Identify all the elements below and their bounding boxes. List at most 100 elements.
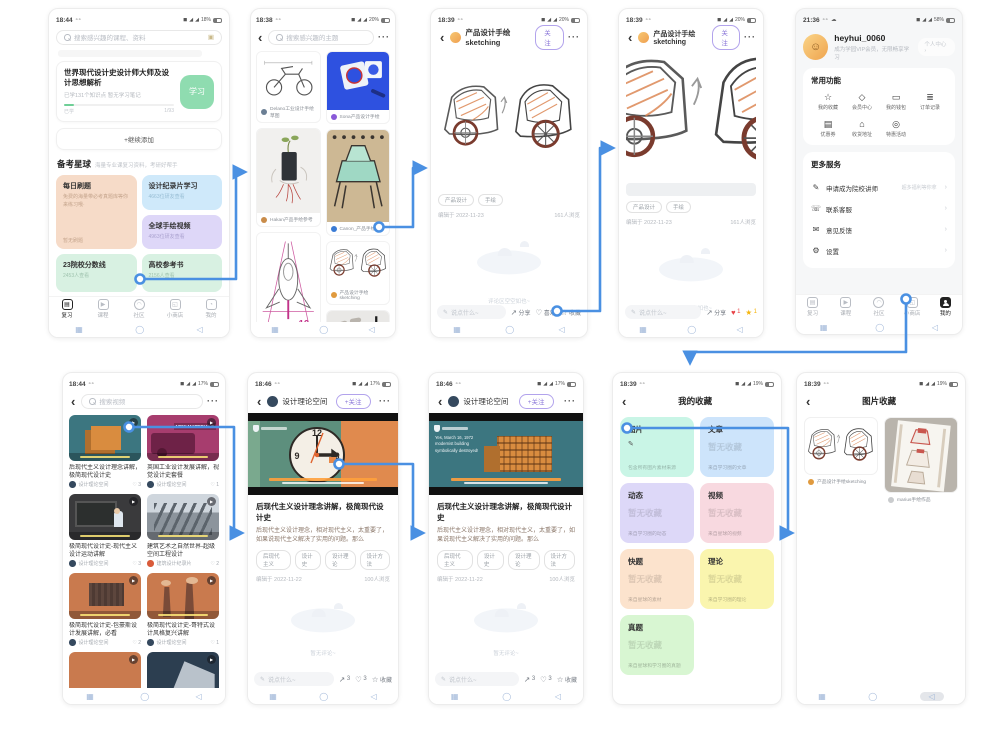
- favcat-posts[interactable]: 动态暂无收藏来自学习圈的动态: [620, 483, 694, 543]
- back-icon[interactable]: ‹: [438, 31, 446, 44]
- favcat-exams[interactable]: 真题暂无收藏来自星球和学习圈的真题: [620, 615, 694, 675]
- result-card[interactable]: Delano工业设计手绘草图: [256, 51, 321, 123]
- address-entry[interactable]: ⌂收货地址: [845, 120, 879, 138]
- comment-input[interactable]: ✎说点什么~: [254, 672, 334, 686]
- nav-courses[interactable]: ▶课程: [836, 297, 856, 317]
- comment-input[interactable]: ✎说点什么~: [435, 672, 519, 686]
- card-global-sketch-video[interactable]: 全球手绘视频4963位研友查看: [142, 215, 223, 249]
- more-icon[interactable]: ···: [207, 396, 219, 406]
- favcat-images[interactable]: 图片✎ 包含所有图片素材来源: [620, 417, 694, 477]
- feedback-row[interactable]: ✉意见反馈›: [811, 219, 947, 240]
- tag[interactable]: 设计方法: [360, 550, 391, 570]
- tag[interactable]: 手绘: [666, 201, 691, 213]
- card-reference-books[interactable]: 高校参考书2156人查看: [142, 254, 223, 292]
- video-card-target[interactable]: ▶ 后现代主义设计理念讲解，极简现代设计史 设计理论空间♡ 3: [69, 415, 141, 488]
- card-daily-quiz[interactable]: 每日刷题 免费的海量带必考真题库等你来练习哦· 暂无刷题: [56, 175, 137, 249]
- nav-me[interactable]: ◔我的: [201, 299, 221, 319]
- like-button[interactable]: ♡3: [355, 675, 367, 684]
- result-card[interactable]: Hakan产品手绘参考: [256, 128, 321, 227]
- video-card[interactable]: ▶ 极简现代设计史-包豪斯设计发展讲解，必看 设计理论空间♡ 2: [69, 573, 141, 646]
- like-button[interactable]: ♡喜欢: [536, 308, 556, 317]
- follow-button[interactable]: 关注: [712, 25, 740, 50]
- tag[interactable]: 设计史: [477, 550, 504, 570]
- author-avatar[interactable]: [638, 32, 649, 43]
- back-icon[interactable]: ‹: [255, 395, 263, 408]
- favorite-button[interactable]: ☆收藏: [561, 308, 581, 317]
- search-input[interactable]: 搜索感兴趣的主题: [268, 30, 374, 45]
- fav-image-card[interactable]: marius手绘作品: [884, 417, 958, 506]
- like-button[interactable]: ♡3: [540, 675, 552, 684]
- contact-support-row[interactable]: ☏联系客服›: [811, 198, 947, 219]
- calendar-icon[interactable]: ▣: [208, 33, 214, 41]
- coupons-entry[interactable]: ▤优惠券: [811, 120, 845, 138]
- back-icon[interactable]: ‹: [626, 31, 634, 44]
- deals-entry[interactable]: ◎特惠活动: [879, 120, 913, 138]
- tag[interactable]: 后现代主义: [256, 550, 291, 570]
- video-card[interactable]: NEW MATERIALS ▶ 英国工业设计发展讲解，视觉设计史套餐 设计理论空…: [147, 415, 219, 488]
- tag[interactable]: 手绘: [478, 194, 503, 206]
- course-card[interactable]: 世界现代设计史设计师大师及设计思想解析 已学131个知识点 暂无学习笔记 已学1…: [56, 61, 222, 122]
- lecturer-apply-row[interactable]: ✎申请成为院校讲师超多福利等你拿›: [811, 177, 947, 198]
- nav-review[interactable]: ▤复习: [57, 299, 77, 319]
- nav-review[interactable]: ▤复习: [803, 297, 823, 317]
- channel-avatar[interactable]: [267, 396, 278, 407]
- back-icon[interactable]: ‹: [436, 395, 444, 408]
- result-card-target[interactable]: 产品设计手绘sketching: [326, 241, 391, 305]
- video-player[interactable]: 12 3 9: [248, 413, 398, 495]
- comment-input[interactable]: ✎说点什么~: [625, 305, 701, 319]
- android-bar[interactable]: ▦◯◁: [49, 322, 229, 337]
- video-card[interactable]: ▶ 极简现代设计史-现代主义设计运动讲解 设计理论空间♡ 3: [69, 494, 141, 567]
- favorite-button[interactable]: ☆收藏: [557, 675, 577, 684]
- channel-avatar[interactable]: [448, 396, 459, 407]
- share-button[interactable]: ↗3: [524, 675, 535, 684]
- favcat-theory[interactable]: 理论暂无收藏来自学习圈的理论: [700, 549, 774, 609]
- favcat-videos[interactable]: 视频暂无收藏来自星球的视频: [700, 483, 774, 543]
- favcat-sketches[interactable]: 快题暂无收藏来自星球的素材: [620, 549, 694, 609]
- nav-shop[interactable]: ◱小商店: [902, 297, 922, 317]
- back-icon[interactable]: ‹: [804, 395, 812, 408]
- more-icon[interactable]: ···: [564, 396, 576, 406]
- wallet-entry[interactable]: ▭我的钱包: [879, 93, 913, 111]
- orders-entry[interactable]: ≣订单记录: [913, 93, 947, 111]
- video-card[interactable]: ▶ 极简现代设计史-哥特式设计风格复兴讲解 设计理论空间♡ 1: [147, 573, 219, 646]
- settings-row[interactable]: ⚙设置›: [811, 240, 947, 261]
- result-card[interactable]: Canon_产品手绘: [326, 129, 391, 236]
- more-icon[interactable]: ···: [378, 32, 390, 42]
- card-score-lines[interactable]: 23院校分数线2453人查看: [56, 254, 137, 292]
- favorite-button[interactable]: ☆收藏: [372, 675, 392, 684]
- follow-button[interactable]: +关注: [336, 394, 371, 409]
- video-card[interactable]: ▶ 建筑艺术之自然世界-超级空间工程设计 建筑设计纪录片♡ 2: [147, 494, 219, 567]
- like-button-active[interactable]: ♥1: [731, 308, 740, 317]
- personal-center-link[interactable]: 个人中心 ›: [918, 38, 955, 56]
- profile-avatar[interactable]: ☺: [803, 34, 828, 60]
- nav-community[interactable]: ◠社区: [129, 299, 149, 319]
- share-button[interactable]: ↗分享: [706, 308, 726, 317]
- author-avatar[interactable]: [450, 32, 461, 43]
- comment-input[interactable]: ✎说点什么~: [437, 305, 506, 319]
- search-input[interactable]: 搜索感兴趣的课程、资料▣: [56, 30, 222, 45]
- tag[interactable]: 后现代主义: [437, 550, 473, 570]
- share-button[interactable]: ↗3: [339, 675, 350, 684]
- video-player[interactable]: Yes, March 16, 1972 modernist building s…: [429, 413, 583, 495]
- tag[interactable]: 设计理论: [325, 550, 356, 570]
- nav-courses[interactable]: ▶课程: [93, 299, 113, 319]
- sketch-image[interactable]: [438, 49, 580, 189]
- more-icon[interactable]: ···: [744, 32, 756, 42]
- favorite-button-active[interactable]: ★1: [745, 308, 757, 317]
- fav-image-card[interactable]: 产品设计手绘sketching: [804, 417, 878, 488]
- more-icon[interactable]: ···: [568, 32, 580, 42]
- share-button[interactable]: ↗分享: [511, 308, 531, 317]
- tag[interactable]: 设计理论: [508, 550, 540, 570]
- more-icon[interactable]: ···: [379, 396, 391, 406]
- card-documentary[interactable]: 设计纪录片学习4663位研友查看: [142, 175, 223, 210]
- sketch-image[interactable]: [626, 49, 756, 179]
- nav-shop[interactable]: ◱小商店: [165, 299, 185, 319]
- follow-button[interactable]: 关注: [535, 25, 564, 50]
- search-input[interactable]: 搜索视频: [81, 394, 203, 409]
- tag[interactable]: 产品设计: [438, 194, 474, 206]
- follow-button[interactable]: +关注: [519, 394, 554, 409]
- favcat-articles[interactable]: 文章暂无收藏来自学习圈的文章: [700, 417, 774, 477]
- tag[interactable]: 产品设计: [626, 201, 662, 213]
- member-center-entry[interactable]: ◇会员中心: [845, 93, 879, 111]
- tag[interactable]: 设计史: [295, 550, 321, 570]
